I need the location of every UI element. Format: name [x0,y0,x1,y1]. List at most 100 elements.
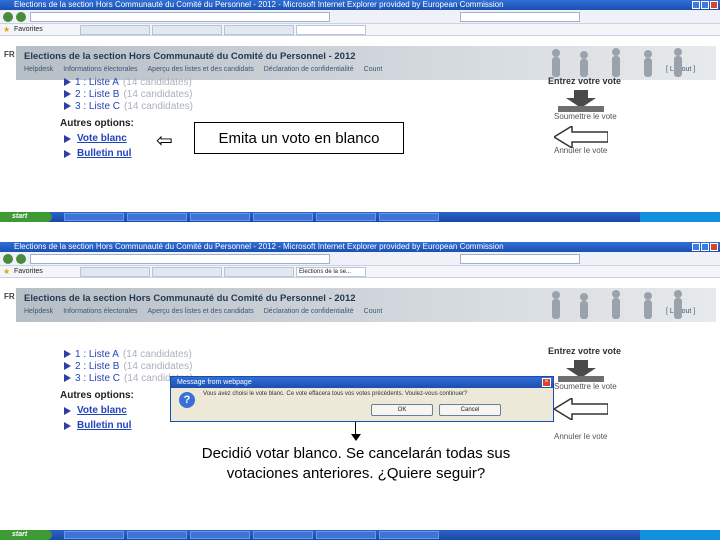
vote-panel-title: Entrez votre vote [548,346,622,356]
null-vote-link[interactable]: Bulletin nul [77,148,131,159]
ballot-box-icon[interactable] [554,360,608,382]
tab[interactable] [152,25,222,35]
submit-vote-button[interactable]: Soumettre le vote [554,382,617,391]
minimize-icon[interactable] [692,1,700,9]
taskbar-item[interactable] [127,531,187,539]
list-label[interactable]: 3 : Liste C [75,101,120,112]
tab[interactable] [224,25,294,35]
minimize-icon[interactable] [692,243,700,251]
maximize-icon[interactable] [701,1,709,9]
list-label[interactable]: 2 : Liste B [75,89,119,100]
taskbar-item[interactable] [64,531,124,539]
top-menu: Helpdesk Informations électorales Aperçu… [24,308,382,315]
list-item[interactable]: 1 : Liste A (14 candidates) [64,76,193,88]
search-field[interactable] [460,12,580,22]
taskbar-item[interactable] [127,213,187,221]
window-title: Elections de la section Hors Communauté … [14,0,504,9]
menu-item-info[interactable]: Informations électorales [63,66,137,73]
start-button[interactable]: start [0,212,52,222]
taskbar-item[interactable] [379,213,439,221]
tab[interactable] [152,267,222,277]
tab[interactable] [80,267,150,277]
option-blank-vote[interactable]: Vote blanc [64,133,193,144]
menu-item-count[interactable]: Count [364,308,383,315]
vote-panel: Entrez votre vote Soumettre le vote Annu… [548,76,668,155]
taskbar-item[interactable] [253,213,313,221]
cancel-vote-button[interactable]: Annuler le vote [554,146,607,155]
vote-panel: Entrez votre vote Soumettre le vote Annu… [548,346,668,441]
list-label[interactable]: 1 : Liste A [75,349,119,360]
menu-item-helpdesk[interactable]: Helpdesk [24,308,53,315]
taskbar-item[interactable] [253,531,313,539]
star-icon[interactable]: ★ [3,268,10,276]
favorites-label[interactable]: Favorites [14,26,43,33]
url-field[interactable] [30,254,330,264]
menu-item-privacy[interactable]: Déclaration de confidentialité [264,66,354,73]
favorites-label[interactable]: Favorites [14,268,43,275]
vote-panel-title: Entrez votre vote [548,76,622,86]
list-item[interactable]: 1 : Liste A (14 candidates) [64,348,193,360]
tab-active[interactable] [296,25,366,35]
list-label[interactable]: 2 : Liste B [75,361,119,372]
start-button[interactable]: start [0,530,52,540]
taskbar: start [0,530,720,540]
null-vote-link[interactable]: Bulletin nul [77,420,131,431]
close-icon[interactable]: × [542,378,551,387]
tab[interactable] [224,267,294,277]
tab-active[interactable]: Elections de la se... [296,267,366,277]
back-icon[interactable] [3,12,13,22]
tab[interactable] [80,25,150,35]
header-banner: Elections de la section Hors Communauté … [16,46,716,80]
arrow-right-icon [64,406,71,415]
page-title: Elections de la section Hors Communauté … [24,51,356,62]
menu-item-count[interactable]: Count [364,66,383,73]
taskbar-item[interactable] [379,531,439,539]
taskbar-item[interactable] [190,213,250,221]
close-icon[interactable] [710,1,718,9]
cancel-vote-button[interactable]: Annuler le vote [554,432,607,441]
menu-item-lists[interactable]: Aperçu des listes et des candidats [148,308,254,315]
taskbar-items [64,531,439,539]
taskbar-item[interactable] [64,213,124,221]
menu-item-helpdesk[interactable]: Helpdesk [24,66,53,73]
close-icon[interactable] [710,243,718,251]
window-titlebar: Elections de la section Hors Communauté … [0,0,720,10]
blank-vote-link[interactable]: Vote blanc [77,405,127,416]
favorites-bar: ★ Favorites Elections de la se... [0,266,720,278]
header-banner: Elections de la section Hors Communauté … [16,288,716,322]
blank-vote-link[interactable]: Vote blanc [77,133,127,144]
back-icon[interactable] [3,254,13,264]
url-field[interactable] [30,12,330,22]
nav-buttons [3,12,26,22]
ballot-box-icon[interactable] [554,90,608,112]
maximize-icon[interactable] [701,243,709,251]
menu-item-info[interactable]: Informations électorales [63,308,137,315]
arrow-left-icon[interactable] [554,126,608,148]
menu-item-lists[interactable]: Aperçu des listes et des candidats [148,66,254,73]
language-label[interactable]: FR [4,50,15,59]
menu-item-privacy[interactable]: Déclaration de confidentialité [264,308,354,315]
tab-strip [80,25,366,35]
search-field[interactable] [460,254,580,264]
list-label[interactable]: 3 : Liste C [75,373,120,384]
list-item[interactable]: 2 : Liste B (14 candidates) [64,360,193,372]
taskbar-item[interactable] [316,213,376,221]
list-candidates: (14 candidates) [124,100,193,112]
submit-vote-button[interactable]: Soumettre le vote [554,112,617,121]
taskbar-item[interactable] [190,531,250,539]
arrow-left-icon[interactable] [554,398,608,420]
list-item[interactable]: 2 : Liste B (14 candidates) [64,88,193,100]
cancel-button[interactable]: Cancel [439,404,501,416]
separator [0,222,720,242]
star-icon[interactable]: ★ [3,26,10,34]
people-silhouettes-icon [552,48,682,77]
list-item[interactable]: 3 : Liste C (14 candidates) [64,100,193,112]
language-label[interactable]: FR [4,292,15,301]
forward-icon[interactable] [16,254,26,264]
ok-button[interactable]: OK [371,404,433,416]
option-null-vote[interactable]: Bulletin nul [64,148,193,159]
list-candidates: (14 candidates) [123,88,193,100]
taskbar-item[interactable] [316,531,376,539]
list-label[interactable]: 1 : Liste A [75,77,119,88]
forward-icon[interactable] [16,12,26,22]
